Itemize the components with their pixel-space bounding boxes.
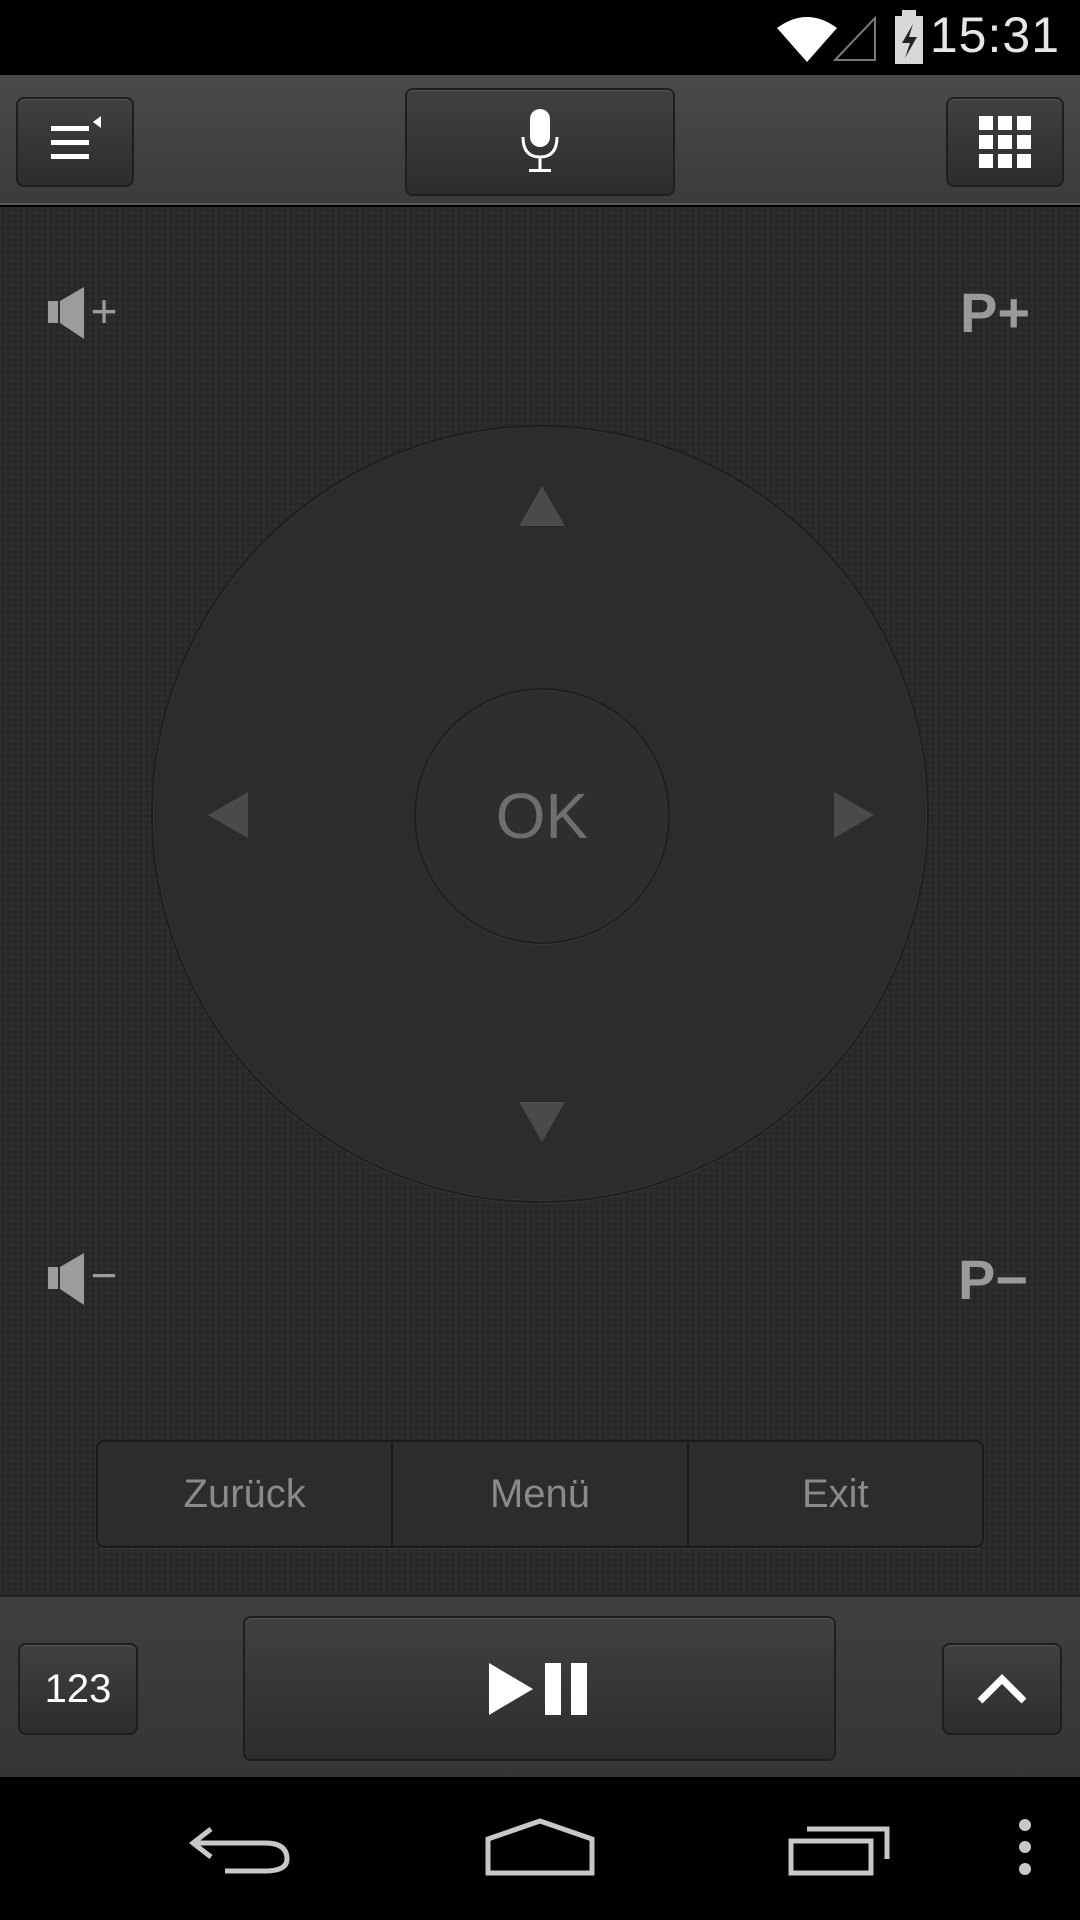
arrow-down-button[interactable]	[517, 1100, 567, 1149]
wifi-icon	[777, 17, 837, 62]
play-pause-button[interactable]	[243, 1616, 836, 1761]
triangle-left-icon	[208, 792, 248, 838]
top-toolbar	[0, 75, 1080, 205]
navigation-bar	[0, 1777, 1080, 1920]
volume-down-button[interactable]: −	[46, 1249, 126, 1309]
recent-apps-nav-button[interactable]	[780, 1812, 900, 1882]
program-down-button[interactable]: P−	[958, 1247, 1028, 1312]
play-pause-icon	[488, 1662, 587, 1715]
cell-signal-icon	[832, 15, 876, 61]
status-bar: 15:31	[0, 0, 1080, 75]
voice-search-button[interactable]	[405, 88, 675, 196]
triangle-down-icon	[519, 1102, 565, 1142]
menu-button[interactable]	[16, 97, 134, 187]
triangle-right-icon	[834, 792, 874, 838]
keypad-grid-icon	[979, 116, 1031, 168]
back-nav-button[interactable]	[180, 1812, 300, 1882]
volume-down-symbol: −	[91, 1249, 118, 1301]
clock: 15:31	[929, 7, 1060, 63]
numbers-button[interactable]: 123	[18, 1643, 138, 1735]
volume-up-symbol: +	[91, 285, 118, 337]
battery-charging-icon	[895, 10, 923, 64]
segment-bar: Zurück Menü Exit	[96, 1440, 984, 1548]
remote-screen: 15:31 + P+ − P− OK Zurück Menü Exit 123	[0, 0, 1080, 1920]
remote-control-area: + P+ − P− OK Zurück Menü Exit	[0, 207, 1080, 1595]
recent-apps-icon	[788, 1826, 890, 1876]
menu-list-icon	[51, 116, 101, 159]
home-nav-button[interactable]	[480, 1812, 600, 1882]
arrow-left-button[interactable]	[206, 790, 250, 845]
triangle-up-icon	[519, 486, 565, 526]
back-segment-button[interactable]: Zurück	[98, 1442, 394, 1546]
direction-pad: OK	[151, 425, 929, 1203]
program-up-button[interactable]: P+	[960, 280, 1030, 345]
volume-up-button[interactable]: +	[46, 283, 126, 343]
exit-segment-button[interactable]: Exit	[689, 1442, 982, 1546]
expand-button[interactable]	[942, 1643, 1062, 1735]
speaker-plus-icon: +	[48, 285, 118, 339]
bottom-toolbar: 123	[0, 1595, 1080, 1777]
back-icon	[188, 1827, 290, 1874]
speaker-minus-icon: −	[48, 1249, 118, 1305]
ok-button[interactable]: OK	[414, 688, 670, 944]
menu-segment-button[interactable]: Menü	[393, 1442, 689, 1546]
home-icon	[485, 1818, 595, 1876]
arrow-right-button[interactable]	[832, 790, 876, 845]
overflow-menu-icon	[1019, 1819, 1031, 1875]
arrow-up-button[interactable]	[517, 484, 567, 533]
chevron-up-icon	[977, 1674, 1027, 1704]
microphone-icon	[521, 109, 559, 172]
overflow-menu-button[interactable]	[1000, 1807, 1050, 1887]
keypad-button[interactable]	[946, 97, 1064, 187]
